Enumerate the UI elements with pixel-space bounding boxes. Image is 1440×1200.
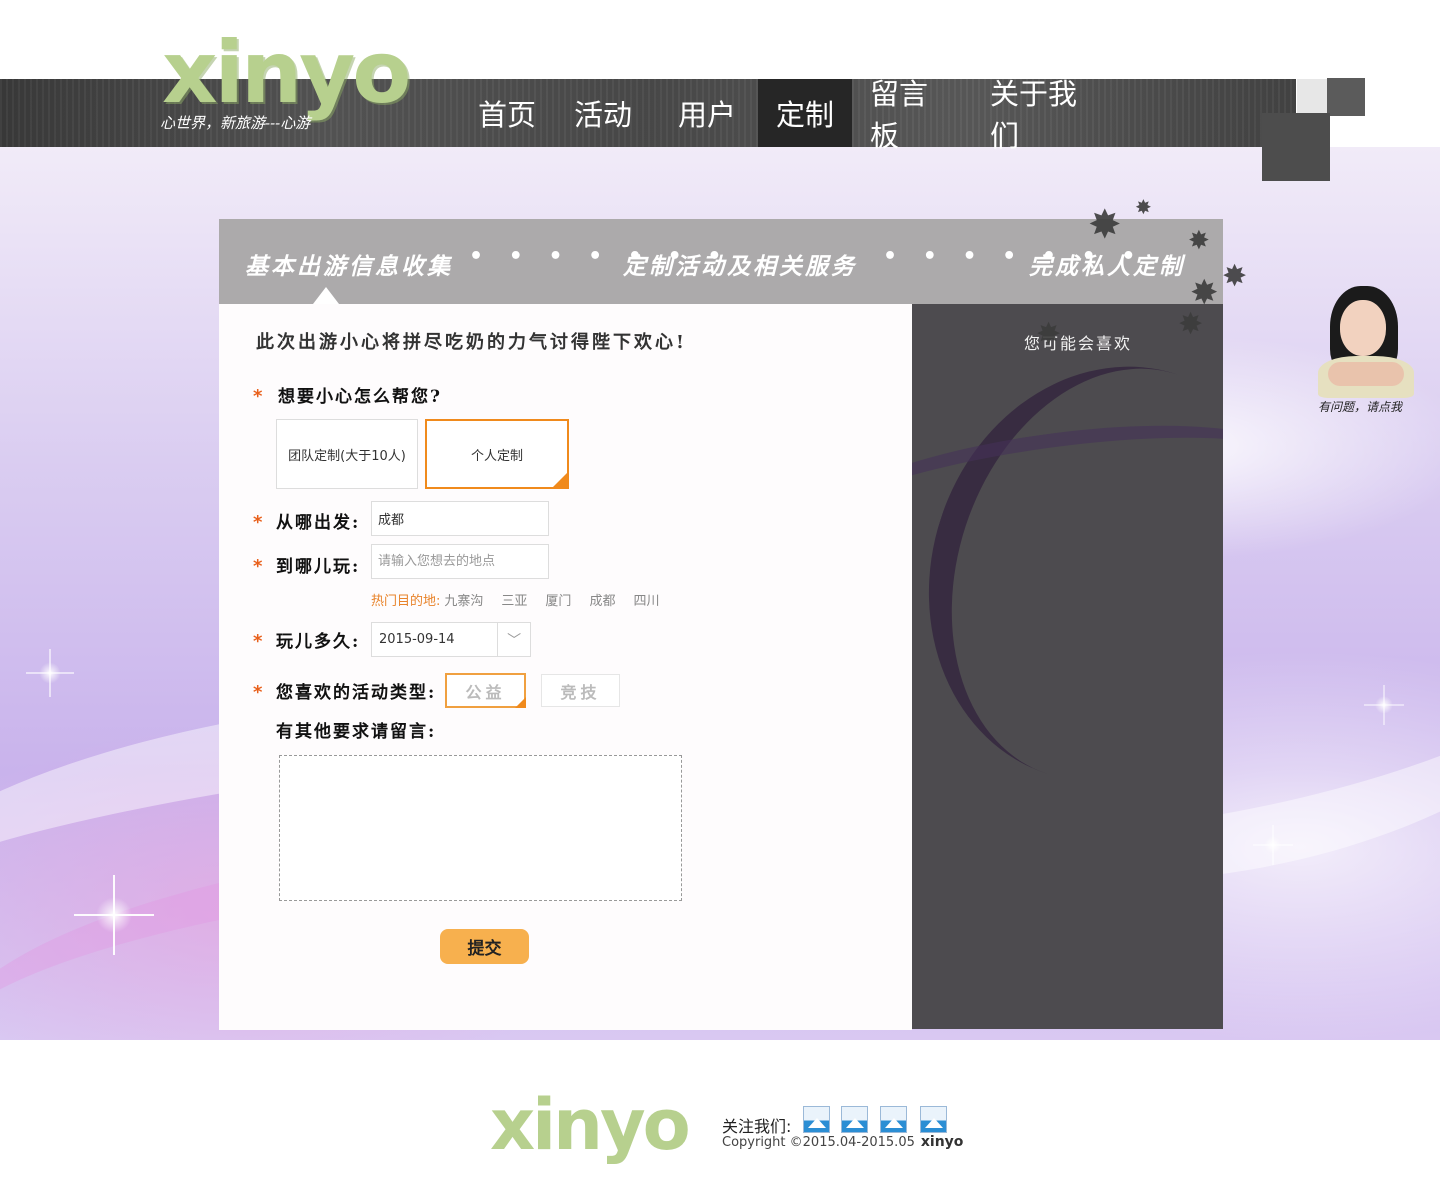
maple-leaf-icon: ✸ xyxy=(1222,259,1248,294)
hot-destination-link[interactable]: 九寨沟 xyxy=(444,590,483,609)
nav-item-home[interactable]: 首页 xyxy=(460,79,556,147)
step-complete: 完成私人定制 xyxy=(1029,253,1185,280)
check-icon xyxy=(551,471,569,489)
step-custom-services: 定制活动及相关服务 xyxy=(623,253,857,280)
chevron-down-icon[interactable]: ﹀ xyxy=(497,623,530,656)
activity-type-competition-label: 竞技 xyxy=(560,682,601,702)
image-icon[interactable] xyxy=(920,1106,947,1133)
copyright-brand: xinyo xyxy=(920,1134,964,1150)
required-mark: * xyxy=(253,682,263,703)
activity-type-label: 您喜欢的活动类型: xyxy=(276,683,437,703)
activity-type-competition[interactable]: 竞技 xyxy=(541,674,620,707)
maple-leaf-icon: ✸ xyxy=(1190,273,1219,313)
activity-type-charity-label: 公益 xyxy=(465,682,506,702)
step-basic-info: 基本出游信息收集 xyxy=(245,253,453,280)
nav-item-message-board[interactable]: 留言板 xyxy=(852,77,972,153)
hot-destination-link[interactable]: 四川 xyxy=(633,590,659,609)
activity-type-charity[interactable]: 公益 xyxy=(445,673,526,708)
submit-button[interactable]: 提交 xyxy=(440,929,529,964)
helper-text[interactable]: 有问题，请点我 xyxy=(1318,398,1402,415)
team-custom-label: 团队定制(大于10人) xyxy=(288,448,406,464)
sparkle-decoration xyxy=(1264,836,1282,854)
to-input[interactable] xyxy=(371,544,549,579)
date-value: 2015-09-14 xyxy=(379,632,455,647)
duration-label: 玩儿多久: xyxy=(276,632,361,652)
decor-square xyxy=(1262,113,1330,181)
personal-custom-label: 个人定制 xyxy=(470,448,523,464)
progress-steps: 基本出游信息收集 • • • • • • • 定制活动及相关服务 • • • •… xyxy=(219,219,1223,304)
required-mark: * xyxy=(253,386,263,407)
maple-leaf-icon: ✸ xyxy=(1188,226,1210,256)
hot-destination-link[interactable]: 成都 xyxy=(589,590,615,609)
sparkle-decoration xyxy=(96,897,132,933)
copyright: Copyright ©2015.04-2015.05 xinyo xyxy=(722,1134,963,1150)
hot-destination-link[interactable]: 厦门 xyxy=(545,590,571,609)
decor-square xyxy=(1327,78,1365,116)
copyright-text: Copyright ©2015.04-2015.05 xyxy=(722,1135,915,1150)
image-icon[interactable] xyxy=(803,1106,830,1133)
image-icon[interactable] xyxy=(880,1106,907,1133)
required-mark: * xyxy=(253,512,263,533)
current-step-indicator xyxy=(313,287,339,304)
hot-destinations-label: 热门目的地: xyxy=(371,594,441,609)
to-label: 到哪儿玩: xyxy=(276,557,361,577)
maple-leaf-icon: ✸ xyxy=(1178,307,1204,342)
nav-item-users[interactable]: 用户 xyxy=(660,79,758,147)
note-label: 有其他要求请留言: xyxy=(276,722,437,742)
image-icon[interactable] xyxy=(841,1106,868,1133)
maple-leaf-icon: ✸ xyxy=(1135,195,1152,219)
site-logo[interactable]: xinyo xyxy=(162,30,411,116)
sparkle-decoration xyxy=(1375,696,1393,714)
hot-destinations: 热门目的地: 九寨沟 三亚 厦门 成都 四川 xyxy=(371,590,677,609)
recommend-sidebar: 您可能会喜欢 xyxy=(912,304,1223,1029)
footer-logo: xinyo xyxy=(490,1084,691,1166)
intro-text: 此次出游小心将拼尽吃奶的力气讨得陛下欢心! xyxy=(256,332,687,353)
personal-custom-option[interactable]: 个人定制 xyxy=(425,419,569,489)
team-custom-option[interactable]: 团队定制(大于10人) xyxy=(276,419,418,489)
form-panel xyxy=(219,304,912,1030)
check-icon xyxy=(515,697,526,708)
maple-leaf-icon: ✸ xyxy=(1088,202,1122,248)
nav-item-about-us[interactable]: 关于我们 xyxy=(972,77,1122,153)
hot-destination-link[interactable]: 三亚 xyxy=(501,590,527,609)
sparkle-decoration xyxy=(39,662,61,684)
from-label: 从哪出发: xyxy=(276,513,361,533)
from-input[interactable] xyxy=(371,501,549,536)
decor-square xyxy=(1297,79,1327,113)
nav-item-custom[interactable]: 定制 xyxy=(758,79,852,147)
date-picker[interactable]: 2015-09-14 ﹀ xyxy=(371,622,531,657)
nav-item-activities[interactable]: 活动 xyxy=(556,79,660,147)
main-nav: 首页 活动 用户 定制 留言板 关于我们 xyxy=(460,77,1122,153)
site-tagline: 心世界，新旅游---心游 xyxy=(160,114,311,132)
required-mark: * xyxy=(253,631,263,652)
note-textarea[interactable] xyxy=(279,755,682,901)
required-mark: * xyxy=(253,556,263,577)
maple-leaf-icon: ✸ xyxy=(1036,317,1062,352)
helper-avatar[interactable] xyxy=(1318,286,1414,398)
help-question-label: 想要小心怎么帮您? xyxy=(278,387,442,407)
